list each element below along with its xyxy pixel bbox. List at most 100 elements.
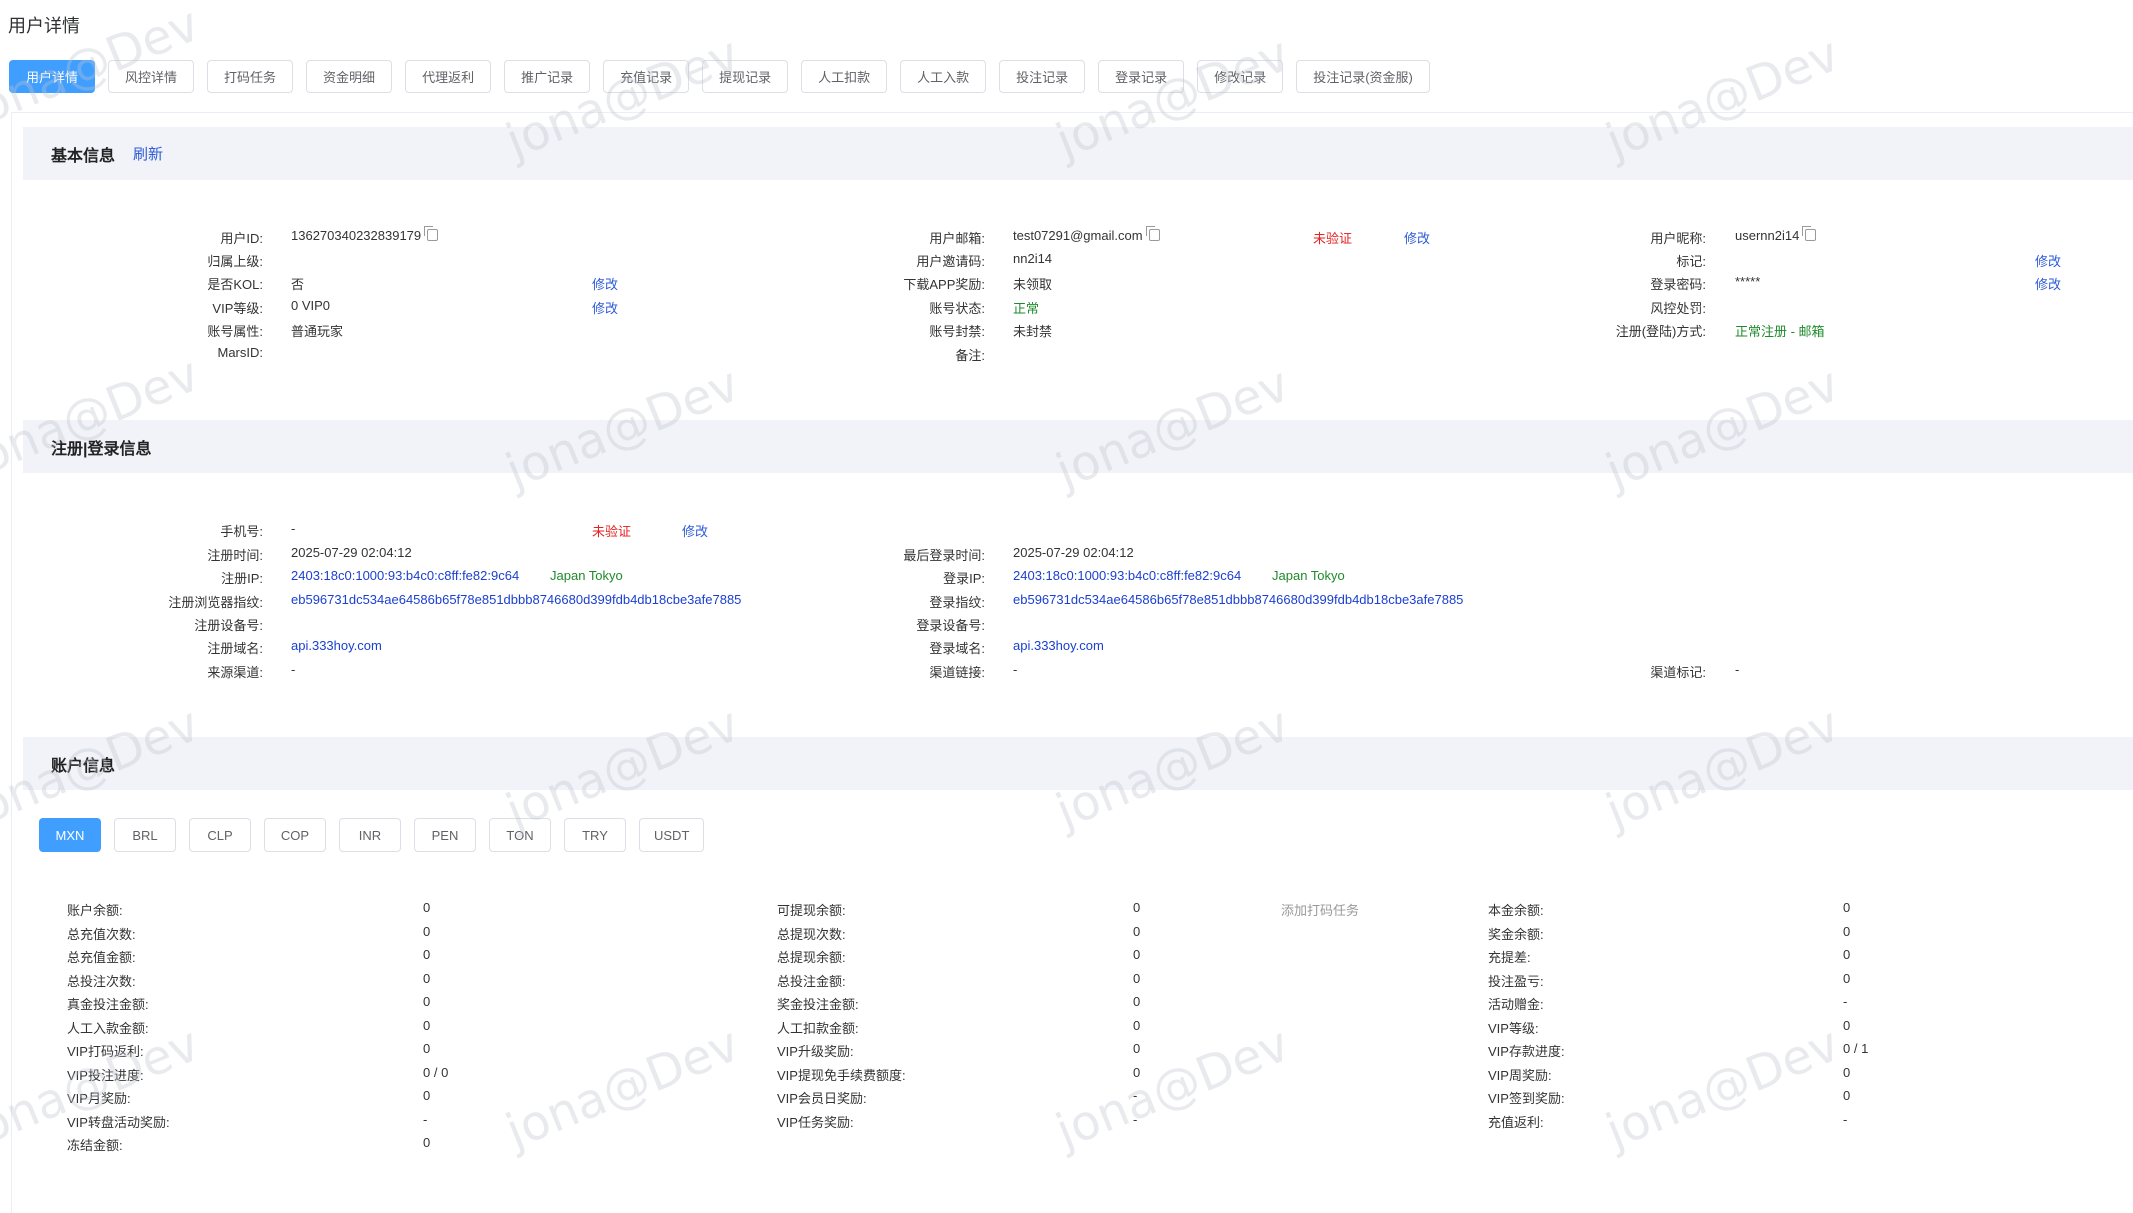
account-field-value: 0 bbox=[1843, 923, 1851, 939]
reg-fingerprint-value[interactable]: eb596731dc534ae64586b65f78e851dbbb874668… bbox=[291, 592, 741, 607]
currency-tab-usdt[interactable]: USDT bbox=[639, 818, 705, 852]
kol-edit-link[interactable]: 修改 bbox=[592, 274, 618, 293]
account-field-label: 可提现余额: bbox=[777, 903, 846, 918]
tab-8[interactable]: 人工扣款 bbox=[801, 60, 888, 93]
account-field-label: VIP投注进度: bbox=[67, 1067, 144, 1083]
note-label: 备注: bbox=[955, 348, 985, 363]
tab-6[interactable]: 充值记录 bbox=[603, 60, 690, 93]
tab-4[interactable]: 代理返利 bbox=[405, 60, 492, 93]
tab-2[interactable]: 打码任务 bbox=[207, 60, 294, 93]
account-field-value: 0 bbox=[1133, 900, 1141, 915]
login-domain-label: 登录域名: bbox=[929, 641, 985, 656]
account-field-label: 本金余额: bbox=[1488, 903, 1544, 918]
channel-tag-value: - bbox=[1735, 662, 1740, 677]
refresh-link[interactable]: 刷新 bbox=[133, 143, 163, 164]
account-field-label: 人工入款金额: bbox=[67, 1020, 149, 1036]
account-field-value: - bbox=[1133, 1088, 1138, 1103]
tab-11[interactable]: 登录记录 bbox=[1098, 60, 1185, 93]
login-ip-value[interactable]: 2403:18c0:1000:93:b4c0:c8ff:fe82:9c64 bbox=[1013, 568, 1241, 583]
tag-edit-link[interactable]: 修改 bbox=[2035, 251, 2061, 270]
currency-tab-cop[interactable]: COP bbox=[264, 818, 326, 852]
account-field-label: 充值返利: bbox=[1488, 1114, 1544, 1130]
phone-edit-link[interactable]: 修改 bbox=[682, 521, 708, 540]
tab-10[interactable]: 投注记录 bbox=[999, 60, 1086, 93]
currency-tab-ton[interactable]: TON bbox=[489, 818, 551, 852]
account-field-label: 奖金余额: bbox=[1488, 926, 1544, 942]
content-frame bbox=[11, 112, 2133, 1213]
currency-tab-inr[interactable]: INR bbox=[339, 818, 401, 852]
reg-ip-value[interactable]: 2403:18c0:1000:93:b4c0:c8ff:fe82:9c64 bbox=[291, 568, 519, 583]
copy-icon[interactable] bbox=[424, 226, 439, 241]
account-field-value: 0 bbox=[1133, 947, 1141, 962]
account-info-header: 账户信息 bbox=[23, 737, 2133, 790]
copy-icon[interactable] bbox=[1802, 226, 1817, 241]
tab-3[interactable]: 资金明细 bbox=[306, 60, 393, 93]
tab-7[interactable]: 提现记录 bbox=[702, 60, 789, 93]
tab-12[interactable]: 修改记录 bbox=[1197, 60, 1284, 93]
account-field-label: 账户余额: bbox=[67, 903, 123, 918]
account-field-label: 投注盈亏: bbox=[1488, 973, 1544, 989]
account-field-label: 充提差: bbox=[1488, 950, 1531, 965]
account-field-value: 0 bbox=[1843, 1017, 1851, 1033]
add-wager-task-button[interactable]: 添加打码任务 bbox=[1281, 900, 1359, 919]
account-field-value: 0 bbox=[423, 900, 431, 915]
account-field-value: - bbox=[1843, 1111, 1848, 1127]
account-field-value: - bbox=[1133, 1111, 1138, 1127]
account-field-label: VIP等级: bbox=[1488, 1020, 1539, 1036]
login-domain-value[interactable]: api.333hoy.com bbox=[1013, 638, 1104, 653]
basic-info-header: 基本信息 刷新 bbox=[23, 127, 2133, 180]
tag-label: 标记: bbox=[1676, 254, 1706, 269]
vip-edit-link[interactable]: 修改 bbox=[592, 298, 618, 317]
account-field-value: 0 bbox=[423, 947, 431, 962]
login-fingerprint-value[interactable]: eb596731dc534ae64586b65f78e851dbbb874668… bbox=[1013, 592, 1463, 607]
account-ban-value: 未封禁 bbox=[1013, 324, 1053, 339]
reg-method-value: 正常注册 - 邮箱 bbox=[1735, 324, 1825, 339]
account-field-label: 总投注金额: bbox=[777, 973, 846, 989]
account-field-value: 0 bbox=[423, 1041, 431, 1056]
copy-icon[interactable] bbox=[1145, 226, 1160, 241]
account-field-value: 0 bbox=[1843, 1088, 1851, 1103]
tab-13[interactable]: 投注记录(资金服) bbox=[1296, 60, 1430, 93]
reg-info-title: 注册|登录信息 bbox=[51, 440, 152, 458]
source-channel-value: - bbox=[291, 662, 296, 677]
reg-fingerprint-label: 注册浏览器指纹: bbox=[168, 595, 263, 610]
password-edit-link[interactable]: 修改 bbox=[2035, 274, 2061, 293]
tab-1[interactable]: 风控详情 bbox=[108, 60, 195, 93]
account-field-value: 0 / 1 bbox=[1843, 1041, 1869, 1056]
account-field-value: 0 bbox=[1133, 1041, 1141, 1056]
email-status: 未验证 bbox=[1313, 231, 1353, 246]
tab-9[interactable]: 人工入款 bbox=[900, 60, 987, 93]
currency-tab-brl[interactable]: BRL bbox=[114, 818, 176, 852]
account-field-label: VIP签到奖励: bbox=[1488, 1091, 1565, 1106]
account-attr-label: 账号属性: bbox=[207, 324, 263, 339]
phone-label: 手机号: bbox=[220, 524, 263, 539]
phone-value: - bbox=[291, 521, 296, 536]
basic-info-title: 基本信息 bbox=[51, 147, 116, 165]
last-login-value: 2025-07-29 02:04:12 bbox=[1013, 545, 1134, 560]
currency-tab-pen[interactable]: PEN bbox=[414, 818, 476, 852]
account-field-label: 奖金投注金额: bbox=[777, 997, 859, 1012]
nickname-value: usernn2i14 bbox=[1735, 226, 1817, 243]
reg-domain-value[interactable]: api.333hoy.com bbox=[291, 638, 382, 653]
vip-label: VIP等级: bbox=[212, 301, 263, 316]
currency-tab-clp[interactable]: CLP bbox=[189, 818, 251, 852]
currency-tab-mxn[interactable]: MXN bbox=[39, 818, 101, 852]
tab-0[interactable]: 用户详情 bbox=[9, 60, 96, 93]
login-fingerprint-label: 登录指纹: bbox=[929, 595, 985, 610]
tab-5[interactable]: 推广记录 bbox=[504, 60, 591, 93]
account-field-value: 0 bbox=[1843, 900, 1851, 915]
account-field-value: 0 bbox=[423, 970, 431, 986]
email-edit-link[interactable]: 修改 bbox=[1404, 228, 1430, 247]
login-device-label: 登录设备号: bbox=[916, 618, 985, 633]
account-field-value: 0 bbox=[423, 994, 431, 1009]
account-field-label: VIP任务奖励: bbox=[777, 1114, 854, 1130]
currency-tab-try[interactable]: TRY bbox=[564, 818, 626, 852]
invite-code-label: 用户邀请码: bbox=[916, 254, 985, 269]
reg-domain-label: 注册域名: bbox=[207, 641, 263, 656]
app-reward-value: 未领取 bbox=[1013, 277, 1053, 292]
account-field-label: 人工扣款金额: bbox=[777, 1020, 859, 1036]
email-label: 用户邮箱: bbox=[929, 231, 985, 246]
account-field-label: 总投注次数: bbox=[67, 973, 136, 989]
account-field-value: 0 bbox=[423, 923, 431, 939]
account-field-label: VIP月奖励: bbox=[67, 1091, 131, 1106]
